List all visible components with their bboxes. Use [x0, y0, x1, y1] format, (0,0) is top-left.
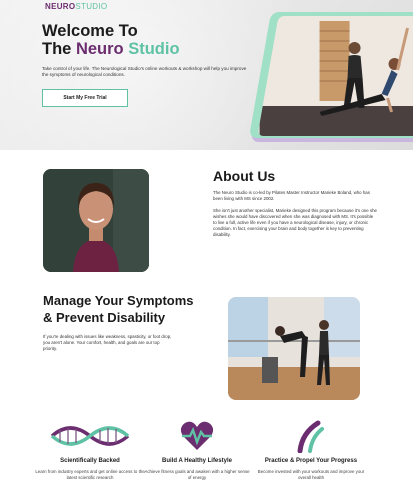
- instructor-portrait-photo: [43, 169, 149, 272]
- feature-practice-progress: Practice & Propel Your Progress Become i…: [256, 418, 366, 481]
- hero-title-neuro: Neuro: [75, 40, 124, 58]
- feature-description: Become invested with your workouts and i…: [257, 469, 365, 480]
- feature-title: Build A Healthy Lifestyle: [162, 458, 232, 464]
- symptoms-title: Manage Your Symptoms & Prevent Disabilit…: [43, 292, 223, 326]
- logo-neuro: NEURO: [45, 2, 76, 11]
- hero-image-frame: [248, 12, 413, 150]
- site-logo[interactable]: NEUROSTUDIO: [45, 2, 107, 11]
- feature-title: Scientifically Backed: [60, 458, 120, 464]
- hero-section: NEUROSTUDIO Welcome To The Neuro Studio …: [0, 0, 413, 150]
- hero-title-studio: Studio: [128, 40, 180, 58]
- hero-title-the: The: [42, 40, 72, 58]
- hero-description: Take control of your life. The Neurologi…: [42, 66, 247, 78]
- logo-studio: STUDIO: [75, 2, 108, 11]
- symptoms-description: If you're dealing with issues like weakn…: [43, 334, 172, 351]
- feature-description: Achieve fitness goals and awaken with a …: [144, 469, 250, 480]
- pilates-class-photo: [257, 16, 413, 136]
- hero-title: Welcome To The Neuro Studio: [42, 22, 180, 58]
- about-title: About Us: [213, 168, 276, 184]
- feature-healthy-lifestyle: Build A Healthy Lifestyle Achieve fitnes…: [142, 418, 252, 481]
- barre-exercise-photo: [228, 297, 360, 400]
- feature-title: Practice & Propel Your Progress: [264, 458, 358, 464]
- free-trial-button[interactable]: Start My Free Trial: [42, 89, 128, 107]
- feature-description: Learn from industry experts and get onli…: [35, 469, 145, 480]
- about-paragraph-1: The Neuro Studio is co-led by Pilates Ma…: [213, 190, 370, 201]
- heart-icon: [142, 418, 252, 454]
- symptoms-title-line1: Manage Your Symptoms: [43, 293, 194, 308]
- symptoms-title-line2: & Prevent Disability: [43, 310, 166, 325]
- growth-icon: [256, 418, 366, 454]
- about-paragraph-2: She isn't just another specialist, Marie…: [213, 208, 377, 237]
- dna-icon: [35, 418, 145, 454]
- feature-scientifically-backed: Scientifically Backed Learn from industr…: [35, 418, 145, 481]
- hero-title-line1: Welcome To: [42, 22, 138, 40]
